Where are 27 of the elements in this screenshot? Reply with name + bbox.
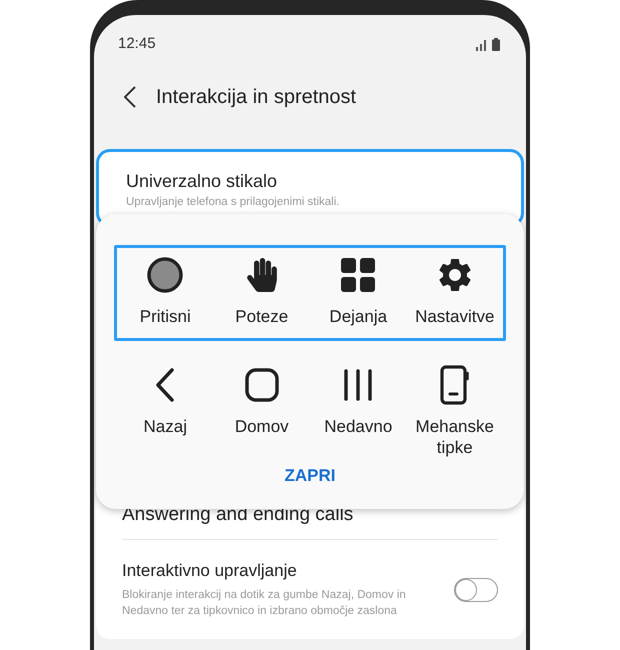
menu-item[interactable]: Poteze [214,248,310,338]
menu-item[interactable]: Dejanja [310,248,406,338]
square-icon [244,368,279,402]
signal-icon [476,38,488,50]
close-button[interactable]: ZAPRI [284,463,336,488]
toggle-switch[interactable] [454,578,498,602]
card-subtitle: Upravljanje telefona s prilagojenimi stikali. [126,195,340,210]
back-icon [124,86,136,108]
menu-item[interactable]: Nastavitve [406,248,503,338]
menu-item[interactable]: Domov [214,358,310,458]
menu-item[interactable]: Pritisni [117,248,214,338]
battery-icon [492,38,500,50]
card-title: Univerzalno stikalo [126,170,278,192]
grid-icon [340,257,376,293]
setting-title: Interaktivno upravljanje [122,560,298,582]
hand-icon [244,258,279,292]
phone-icon [440,365,470,405]
setting-description: Blokiranje interakcij na dotik za gumbe Nazaj, Domov in Nedavno ter za tipkovnico in izbrano območje zaslona [122,588,407,619]
back-button[interactable] [122,85,138,109]
back-icon [154,368,176,402]
page-title: Interakcija in spretnost [156,85,356,110]
status-time: 12:45 [118,34,156,54]
menu-item[interactable]: Mehanske tipke [406,358,503,458]
menu-item[interactable]: Nedavno [310,358,406,458]
bars-icon [342,369,374,401]
menu-item[interactable]: Nazaj [117,358,214,458]
circle-icon [146,256,184,294]
